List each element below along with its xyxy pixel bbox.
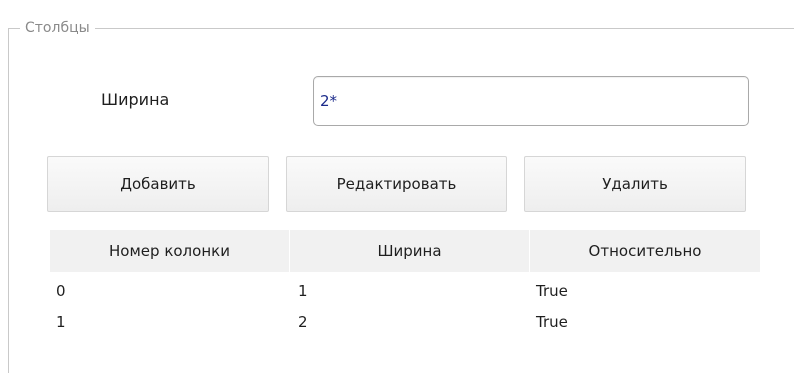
delete-button[interactable]: Удалить [524,156,746,212]
cell-width: 2 [298,313,308,331]
edit-button[interactable]: Редактировать [286,156,507,212]
table-row[interactable]: 0 1 True [50,277,760,305]
cell-width: 1 [298,282,308,300]
cell-relative: True [536,313,568,331]
column-header-relative[interactable]: Относительно [530,230,760,272]
cell-column-number: 0 [56,282,66,300]
add-button[interactable]: Добавить [47,156,269,212]
width-input[interactable] [313,76,749,126]
column-header-number[interactable]: Номер колонки [50,230,290,272]
columns-table-header: Номер колонки Ширина Относительно [50,230,760,272]
groupbox-title: Столбцы [20,20,95,36]
table-row[interactable]: 1 2 True [50,308,760,336]
width-label: Ширина [101,90,170,109]
column-header-width[interactable]: Ширина [290,230,530,272]
cell-column-number: 1 [56,313,66,331]
cell-relative: True [536,282,568,300]
